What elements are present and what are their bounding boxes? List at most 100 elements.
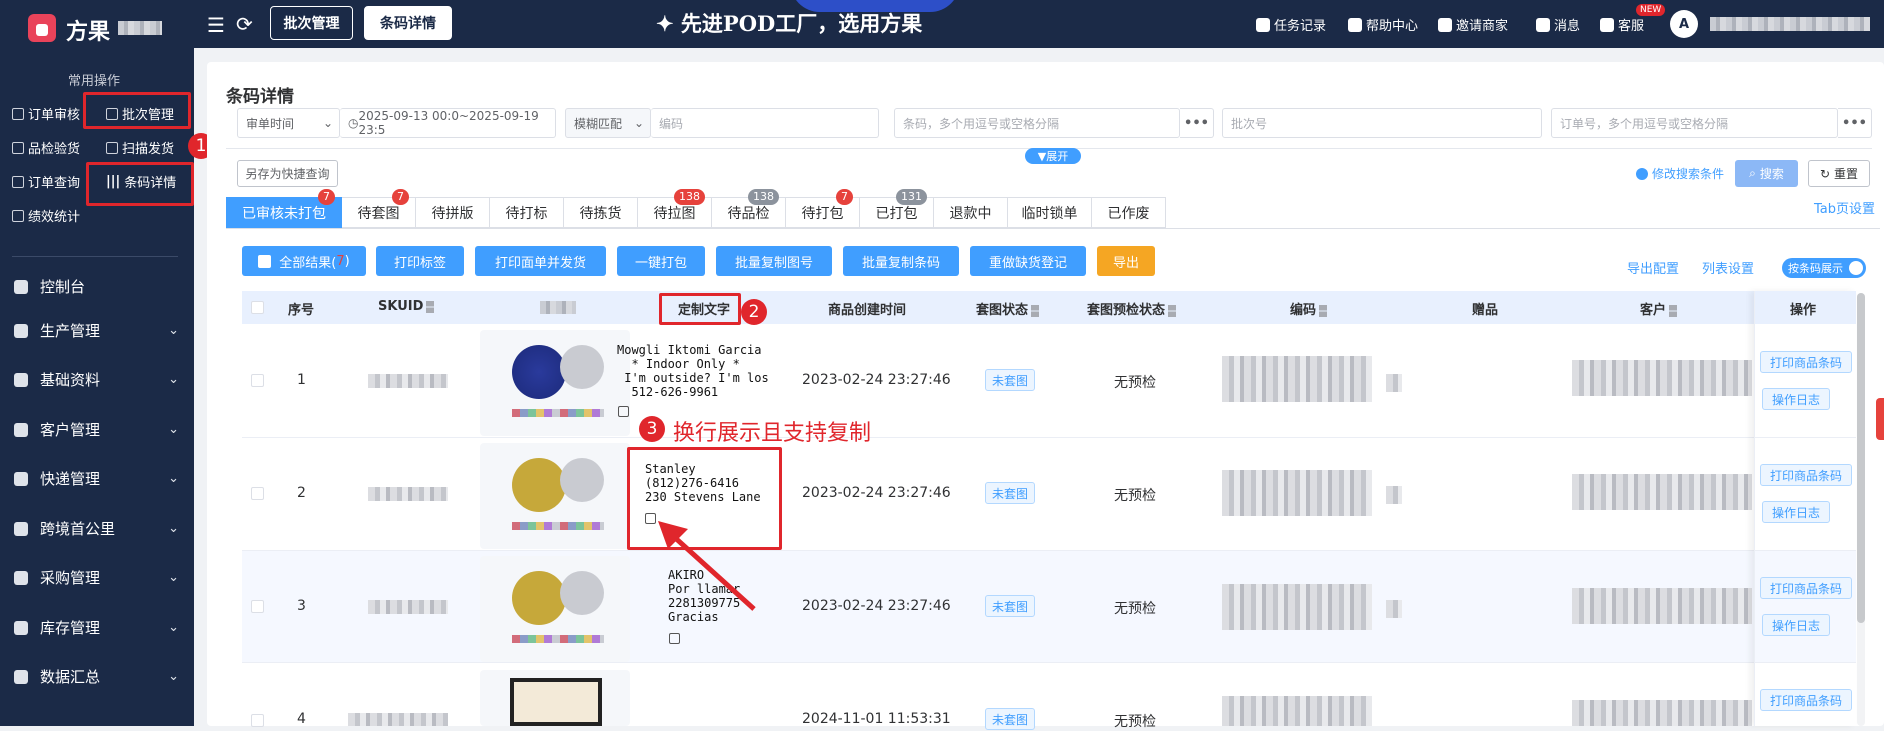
col-precheck-status[interactable]: 套图预检状态 bbox=[1087, 299, 1177, 318]
menu-toggle-icon[interactable]: ☰ bbox=[207, 13, 225, 37]
menu-production[interactable]: 生产管理 ⌄ bbox=[14, 320, 179, 341]
col-code[interactable]: 编码 bbox=[1290, 299, 1328, 318]
menu-express[interactable]: 快递管理 ⌄ bbox=[14, 468, 179, 489]
search-button[interactable]: ⌕ 搜索 bbox=[1735, 160, 1798, 187]
product-image-silver bbox=[560, 345, 604, 389]
batch-no-input[interactable]: 批次号 bbox=[1222, 108, 1542, 138]
tab-refunding[interactable]: 退款中 bbox=[934, 197, 1008, 228]
order-more-button[interactable]: ••• bbox=[1838, 108, 1872, 138]
code-input[interactable]: 编码 bbox=[651, 108, 879, 138]
copy-icon[interactable] bbox=[618, 406, 629, 417]
col-customer[interactable]: 客户 bbox=[1640, 299, 1678, 318]
reset-button[interactable]: ↻ 重置 bbox=[1808, 160, 1870, 187]
blurred-customer bbox=[1572, 700, 1752, 726]
operation-log-button[interactable]: 操作日志 bbox=[1762, 388, 1830, 410]
one-click-pack-button[interactable]: 一键打包 bbox=[617, 246, 705, 276]
print-product-barcode-button[interactable]: 打印商品条码 bbox=[1760, 464, 1852, 486]
status-tabs: 已审核未打包 7 待套图 7 待拼版 待打标 待拣货 待拉图 138 待品检 138 待… bbox=[226, 189, 1166, 228]
row-checkbox[interactable] bbox=[251, 600, 264, 613]
batch-copy-barcode-button[interactable]: 批量复制条码 bbox=[843, 246, 959, 276]
export-config-link[interactable]: 导出配置 bbox=[1627, 258, 1679, 277]
annotation-marker-3: 3 bbox=[639, 416, 665, 442]
col-skuid[interactable]: SKUID bbox=[378, 299, 435, 314]
modify-search-link[interactable]: 修改搜索条件 bbox=[1636, 165, 1724, 182]
row-checkbox[interactable] bbox=[251, 487, 264, 500]
tab-pending-inspect[interactable]: 待品检 138 bbox=[712, 189, 786, 228]
menu-data-summary[interactable]: 数据汇总 ⌄ bbox=[14, 666, 179, 687]
batch-copy-image-no-button[interactable]: 批量复制图号 bbox=[716, 246, 832, 276]
barcode-display-toggle[interactable]: 按条码展示 bbox=[1782, 258, 1866, 278]
scrollbar-thumb[interactable] bbox=[1857, 293, 1865, 623]
quick-op-performance[interactable]: 绩效统计 bbox=[12, 206, 80, 225]
operation-log-button[interactable]: 操作日志 bbox=[1762, 501, 1830, 523]
avatar[interactable]: A bbox=[1670, 10, 1698, 38]
tab-packed[interactable]: 已打包 131 bbox=[860, 189, 934, 228]
quick-op-order-query[interactable]: 订单查询 bbox=[12, 172, 80, 191]
blurred-brand bbox=[118, 21, 162, 35]
highlight-box-batch bbox=[83, 92, 191, 129]
header-tab-barcode[interactable]: 条码详情 bbox=[364, 6, 452, 40]
quick-op-order-review[interactable]: 订单审核 bbox=[12, 104, 80, 123]
menu-crossborder[interactable]: 跨境首公里 ⌄ bbox=[14, 518, 179, 539]
select-all-checkbox[interactable] bbox=[251, 301, 264, 314]
link-help-center[interactable]: 帮助中心 bbox=[1348, 15, 1418, 34]
order-no-input[interactable]: 订单号，多个用逗号或空格分隔 bbox=[1551, 108, 1838, 138]
side-float-tab[interactable] bbox=[1876, 398, 1884, 440]
chevron-down-icon: ⌄ bbox=[168, 323, 179, 338]
link-customer-service[interactable]: 客服 bbox=[1600, 15, 1644, 34]
quick-op-scan-ship[interactable]: 扫描发货 bbox=[106, 138, 174, 157]
menu-inventory[interactable]: 库存管理 ⌄ bbox=[14, 617, 179, 638]
highlight-box-barcode bbox=[86, 162, 194, 206]
row-checkbox[interactable] bbox=[251, 374, 264, 387]
color-swatch bbox=[512, 409, 604, 417]
date-range-input[interactable]: ◷ 2025-09-13 00:0~2025-09-19 23:5 bbox=[340, 108, 556, 138]
time-type-select[interactable]: 审单时间 ⌄ bbox=[237, 108, 340, 138]
quick-op-quality-check[interactable]: 品检验货 bbox=[12, 138, 80, 157]
chevron-down-icon: ⌄ bbox=[168, 620, 179, 635]
menu-dashboard[interactable]: 控制台 bbox=[14, 276, 179, 297]
match-type-select[interactable]: 模糊匹配 ⌄ bbox=[565, 108, 651, 138]
blurred-customer bbox=[1572, 360, 1752, 396]
tab-pending-mockup[interactable]: 待套图 7 bbox=[342, 189, 416, 228]
operation-log-button[interactable]: 操作日志 bbox=[1762, 614, 1830, 636]
expand-button[interactable]: ▼展开 bbox=[1025, 148, 1081, 164]
barcode-more-button[interactable]: ••• bbox=[1180, 108, 1214, 138]
list-settings-link[interactable]: 列表设置 bbox=[1702, 258, 1754, 277]
tab-pending-pick[interactable]: 待拣货 bbox=[564, 197, 638, 228]
menu-customer[interactable]: 客户管理 ⌄ bbox=[14, 419, 179, 440]
table-scrollbar[interactable] bbox=[1857, 293, 1865, 726]
print-product-barcode-button[interactable]: 打印商品条码 bbox=[1760, 351, 1852, 373]
link-task-records[interactable]: 任务记录 bbox=[1256, 15, 1326, 34]
menu-purchase[interactable]: 采购管理 ⌄ bbox=[14, 567, 179, 588]
link-messages[interactable]: 消息 bbox=[1536, 15, 1580, 34]
print-waybill-ship-button[interactable]: 打印面单并发货 bbox=[475, 246, 606, 276]
tab-pending-pack[interactable]: 待打包 7 bbox=[786, 189, 860, 228]
tab-settings-link[interactable]: Tab页设置 bbox=[1814, 198, 1875, 217]
menu-basic-data[interactable]: 基础资料 ⌄ bbox=[14, 369, 179, 390]
redo-stockout-button[interactable]: 重做缺货登记 bbox=[970, 246, 1086, 276]
tab-pending-layout[interactable]: 待拼版 bbox=[416, 197, 490, 228]
new-badge: NEW bbox=[1636, 4, 1666, 16]
blurred-skuid bbox=[348, 713, 448, 726]
link-invite-merchant[interactable]: 邀请商家 bbox=[1438, 15, 1508, 34]
blurred-customer bbox=[1572, 588, 1752, 624]
refresh-icon[interactable]: ⟳ bbox=[236, 12, 253, 36]
header-tab-batch[interactable]: 批次管理 bbox=[270, 6, 353, 40]
custom-text[interactable]: Mowgli Iktomi Garcia * Indoor Only * I'm… bbox=[617, 343, 769, 399]
export-button[interactable]: 导出 bbox=[1097, 246, 1155, 276]
save-quick-query-button[interactable]: 另存为快捷查询 bbox=[237, 160, 338, 187]
tab-voided[interactable]: 已作废 bbox=[1092, 197, 1166, 228]
tab-pending-label[interactable]: 待打标 bbox=[490, 197, 564, 228]
barcode-input[interactable]: 条码，多个用逗号或空格分隔 bbox=[894, 108, 1180, 138]
tab-approved-unpacked[interactable]: 已审核未打包 7 bbox=[226, 189, 342, 228]
print-product-barcode-button[interactable]: 打印商品条码 bbox=[1760, 577, 1852, 599]
stats-icon bbox=[12, 209, 24, 222]
tab-temp-lock[interactable]: 临时锁单 bbox=[1008, 197, 1092, 228]
print-product-barcode-button[interactable]: 打印商品条码 bbox=[1760, 689, 1852, 711]
print-label-button[interactable]: 打印标签 bbox=[376, 246, 464, 276]
copy-icon[interactable] bbox=[669, 633, 680, 644]
row-checkbox[interactable] bbox=[251, 714, 264, 727]
col-mockup-status[interactable]: 套图状态 bbox=[976, 299, 1040, 318]
tab-pending-pull[interactable]: 待拉图 138 bbox=[638, 189, 712, 228]
all-results-button[interactable]: 全部结果(7) bbox=[242, 246, 366, 276]
